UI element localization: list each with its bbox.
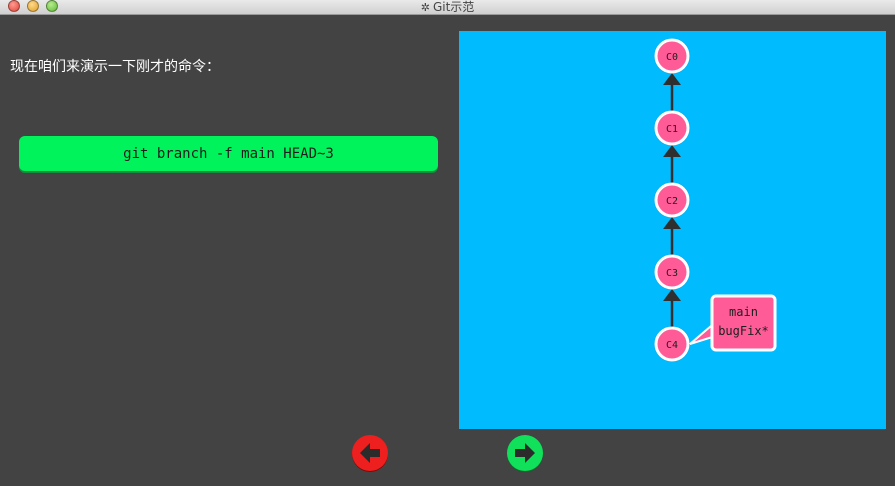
window-title-text: Git示范 bbox=[432, 0, 475, 14]
commit-label: C1 bbox=[666, 124, 678, 135]
arrow-right-icon bbox=[515, 443, 535, 463]
commit-label: C4 bbox=[666, 340, 678, 351]
commit-edge-arrowhead bbox=[663, 217, 681, 229]
command-text: git branch -f main HEAD~3 bbox=[123, 145, 334, 162]
instruction-text: 现在咱们来演示一下刚才的命令： bbox=[10, 59, 220, 75]
commit-edge-arrowhead bbox=[663, 289, 681, 301]
app-window: ✲ Git示范 现在咱们来演示一下刚才的命令： git branch -f mai… bbox=[0, 0, 895, 486]
branch-name: bugFix* bbox=[718, 324, 769, 338]
git-visualization: C0 C1 C2 C3 C4 main bugFix* bbox=[459, 31, 886, 429]
commit-node-c0[interactable]: C0 bbox=[654, 38, 690, 74]
commit-label: C3 bbox=[666, 268, 678, 279]
back-button[interactable] bbox=[352, 435, 388, 471]
commit-graph: C0 C1 C2 C3 C4 main bugFix* bbox=[654, 38, 777, 362]
commit-node-c2[interactable]: C2 bbox=[654, 182, 690, 218]
branch-name: main bbox=[729, 305, 758, 319]
commit-label: C2 bbox=[666, 196, 678, 207]
commit-edge-arrowhead bbox=[663, 73, 681, 85]
commit-node-c3[interactable]: C3 bbox=[654, 254, 690, 290]
command-box[interactable]: git branch -f main HEAD~3 bbox=[19, 136, 438, 171]
commit-label: C0 bbox=[666, 52, 678, 63]
commit-node-c1[interactable]: C1 bbox=[654, 110, 690, 146]
forward-button[interactable] bbox=[507, 435, 543, 471]
commit-edge-arrowhead bbox=[663, 145, 681, 157]
window-title: ✲ Git示范 bbox=[0, 0, 895, 15]
commit-node-c4[interactable]: C4 bbox=[654, 326, 690, 362]
title-bar: ✲ Git示范 bbox=[0, 0, 895, 15]
arrow-left-icon bbox=[360, 443, 380, 463]
gear-icon: ✲ bbox=[420, 1, 430, 14]
